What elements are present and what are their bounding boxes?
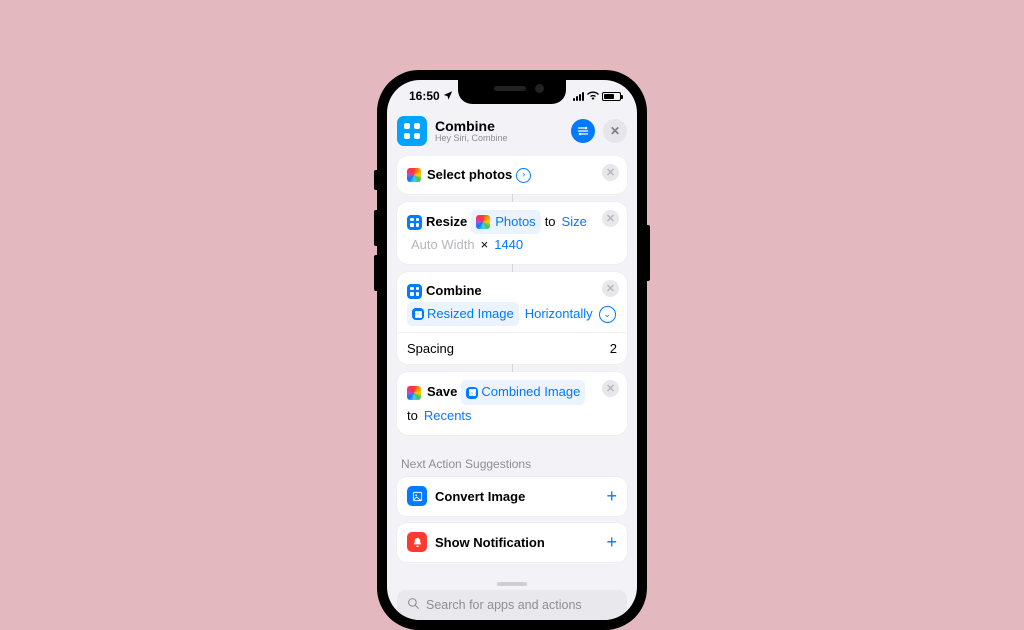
expand-options-icon[interactable]: ⌄	[599, 306, 616, 323]
power-button[interactable]	[647, 225, 650, 281]
shortcut-title: Combine	[435, 119, 563, 134]
status-time: 16:50	[409, 89, 440, 103]
screen: 16:50 Combine Hey Siri, Combine	[387, 80, 637, 620]
combine-icon	[407, 284, 422, 299]
height-token[interactable]: 1440	[492, 234, 525, 256]
silence-switch[interactable]	[374, 170, 377, 190]
volume-up-button[interactable]	[374, 210, 377, 246]
app-header: Combine Hey Siri, Combine ✕	[387, 112, 637, 156]
connector	[512, 264, 513, 272]
photos-icon	[407, 168, 421, 182]
close-button[interactable]: ✕	[603, 119, 627, 143]
cellular-icon	[573, 92, 584, 101]
action-verb: Combine	[426, 280, 482, 302]
delete-action-button[interactable]: ✕	[602, 164, 619, 181]
phone-frame: 16:50 Combine Hey Siri, Combine	[377, 70, 647, 630]
bottom-sheet: Search for apps and actions	[387, 576, 637, 620]
photos-icon	[407, 386, 421, 400]
volume-down-button[interactable]	[374, 255, 377, 291]
shortcut-subtitle: Hey Siri, Combine	[435, 134, 563, 143]
search-input[interactable]: Search for apps and actions	[397, 590, 627, 620]
suggestion-label: Show Notification	[435, 535, 545, 550]
action-combine[interactable]: ✕ Combine Resized Image Horizontally ⌄ S…	[397, 272, 627, 364]
action-verb: Resize	[426, 211, 467, 233]
to-label: to	[545, 211, 556, 233]
times-label: ×	[481, 234, 489, 256]
status-bar: 16:50	[387, 80, 637, 112]
location-icon	[443, 89, 453, 103]
search-icon	[407, 597, 420, 613]
bell-icon	[407, 532, 427, 552]
shortcut-app-icon	[397, 116, 427, 146]
settings-button[interactable]	[571, 119, 595, 143]
resize-input-token[interactable]: Photos	[471, 210, 540, 234]
width-token[interactable]: Auto Width	[409, 234, 477, 256]
combine-input-token[interactable]: Resized Image	[407, 302, 519, 326]
save-dest-token[interactable]: Recents	[422, 405, 474, 427]
spacing-row[interactable]: Spacing 2	[407, 339, 617, 358]
search-placeholder: Search for apps and actions	[426, 598, 582, 612]
sheet-grabber[interactable]	[497, 582, 527, 586]
delete-action-button[interactable]: ✕	[602, 210, 619, 227]
connector	[512, 194, 513, 202]
divider	[397, 332, 627, 333]
resize-icon	[407, 215, 422, 230]
battery-icon	[602, 92, 621, 101]
spacing-value: 2	[610, 341, 617, 356]
connector	[512, 364, 513, 372]
wifi-icon	[587, 89, 599, 103]
to-label: to	[407, 405, 418, 427]
suggestions-title: Next Action Suggestions	[401, 457, 623, 471]
action-label: Select photos	[427, 164, 512, 186]
picture-icon	[407, 486, 427, 506]
shortcuts-token-icon	[412, 308, 424, 320]
action-save[interactable]: ✕ Save Combined Image to Recents	[397, 372, 627, 434]
combine-mode-token[interactable]: Horizontally	[523, 303, 595, 325]
suggestion-show-notification[interactable]: Show Notification +	[397, 523, 627, 562]
add-suggestion-icon[interactable]: +	[606, 486, 617, 507]
spacing-label: Spacing	[407, 341, 454, 356]
disclosure-icon[interactable]: ›	[516, 168, 531, 183]
add-suggestion-icon[interactable]: +	[606, 532, 617, 553]
suggestion-convert-image[interactable]: Convert Image +	[397, 477, 627, 516]
resize-target-token[interactable]: Size	[560, 211, 589, 233]
save-input-token[interactable]: Combined Image	[461, 380, 585, 404]
action-resize[interactable]: ✕ Resize Photos to Size Auto Width × 144…	[397, 202, 627, 264]
actions-list: ✕ Select photos › ✕ Resize Photos	[387, 156, 637, 576]
action-select-photos[interactable]: ✕ Select photos ›	[397, 156, 627, 194]
suggestion-label: Convert Image	[435, 489, 525, 504]
action-verb: Save	[427, 381, 457, 403]
photos-icon	[476, 215, 490, 229]
shortcuts-token-icon	[466, 387, 478, 399]
